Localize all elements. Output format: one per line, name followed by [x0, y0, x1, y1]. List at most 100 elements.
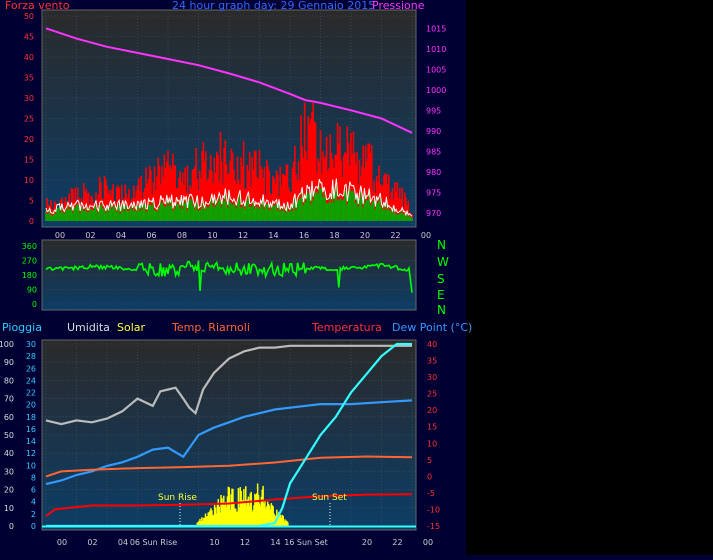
humidity-tick-label: 20	[4, 486, 14, 495]
rain-tick-label: 4	[31, 498, 36, 507]
wind-speed-tick-label: 50	[24, 12, 34, 21]
rain-tick-label: 22	[26, 389, 36, 398]
rain-tick-label: 28	[26, 352, 36, 361]
direction-tick-label: 90	[27, 286, 37, 295]
temperature-tick-label: 25	[427, 390, 437, 399]
wind-speed-tick-label: 0	[29, 217, 34, 226]
rain-tick-label: 8	[31, 473, 36, 482]
temperature-legend: Temperatura	[311, 321, 382, 334]
wind-speed-tick-label: 45	[24, 33, 34, 42]
rain-tick-label: 10	[26, 461, 36, 470]
hour-tick-label: 08	[177, 231, 187, 240]
temperature-tick-label: 0	[427, 472, 432, 481]
weather-graph-page: 0 5 10 15 20 25 30 35 40 45 50 970 975 980 985 990 995 10…	[0, 0, 713, 555]
wind-speed-tick-label: 20	[24, 135, 34, 144]
rain-tick-label: 26	[26, 364, 36, 373]
hour-tick-label: 22	[390, 231, 400, 240]
hour-tick-label: 22	[392, 538, 402, 547]
direction-tick-label: 180	[22, 271, 37, 280]
hour-tick-label: 00	[423, 538, 433, 547]
rain-tick-label: 12	[26, 449, 36, 458]
rain-tick-label: 14	[26, 437, 36, 446]
wind-speed-tick-label: 30	[24, 94, 34, 103]
humidity-tick-label: 90	[4, 358, 14, 367]
humidity-tick-label: 30	[4, 467, 14, 476]
humidity-tick-label: 40	[4, 449, 14, 458]
sun-set-label: Sun Set	[312, 493, 347, 503]
rain-tick-label: 16	[26, 425, 36, 434]
hour-tick-label: 00	[57, 538, 67, 547]
temp-shelter-legend: Temp. Riarnoli	[171, 321, 250, 334]
hour-tick-label: 18	[329, 231, 339, 240]
pressure-tick-label: 1010	[426, 45, 446, 54]
humidity-tick-label: 10	[4, 504, 14, 513]
temperature-tick-label: 5	[427, 456, 432, 465]
wind-speed-tick-label: 5	[29, 197, 34, 206]
graph-title: 24 hour graph day: 29 Gennaio 2015	[172, 0, 375, 12]
hour-tick-label: 04	[116, 231, 126, 240]
pressure-tick-label: 995	[426, 106, 441, 115]
rain-tick-label: 6	[31, 486, 36, 495]
pressure-tick-label: 990	[426, 127, 441, 136]
temperature-tick-label: -5	[427, 489, 435, 498]
hour-tick-label: 10	[207, 231, 217, 240]
hour-tick-label: 02	[85, 231, 95, 240]
hour-tick-label: 06 Sun Rise	[130, 538, 177, 547]
pressure-tick-label: 1000	[426, 86, 446, 95]
hour-tick-label: 00	[55, 231, 65, 240]
hour-tick-label: 00	[421, 231, 431, 240]
hour-tick-label: 14	[268, 231, 278, 240]
humidity-tick-label: 70	[4, 395, 14, 404]
wind-axis-label: Forza vento	[5, 0, 70, 12]
temperature-tick-label: -10	[427, 505, 440, 514]
pressure-tick-label: 985	[426, 147, 441, 156]
rain-tick-label: 30	[26, 340, 36, 349]
humidity-tick-label: 100	[0, 340, 14, 349]
temperature-tick-label: 30	[427, 373, 437, 382]
temperature-tick-label: 35	[427, 357, 437, 366]
humidity-legend: Umidita	[67, 321, 110, 334]
wind-speed-tick-label: 10	[24, 176, 34, 185]
rain-tick-label: 0	[31, 522, 36, 531]
direction-tick-label: 270	[22, 257, 37, 266]
temperature-tick-label: 15	[427, 423, 437, 432]
temperature-tick-label: -15	[427, 522, 440, 531]
pressure-tick-label: 975	[426, 188, 441, 197]
solar-legend: Solar	[117, 321, 146, 334]
dewpoint-legend: Dew Point (°C)	[392, 321, 472, 334]
rain-tick-label: 24	[26, 376, 36, 385]
hour-tick-label: 20	[360, 231, 370, 240]
humidity-tick-label: 60	[4, 413, 14, 422]
pressure-tick-label: 980	[426, 168, 441, 177]
wind-speed-tick-label: 15	[24, 156, 34, 165]
wind-speed-tick-label: 40	[24, 53, 34, 62]
hour-tick-label: 12	[238, 231, 248, 240]
direction-label-east: E	[437, 288, 445, 302]
temperature-tick-label: 10	[427, 439, 437, 448]
hour-tick-label: 14	[270, 538, 280, 547]
rain-legend: Pioggia	[2, 321, 42, 334]
weather-graph: 0510152025303540455097097598098599099510…	[0, 0, 713, 555]
temperature-tick-label: 20	[427, 406, 437, 415]
rain-tick-label: 20	[26, 401, 36, 410]
direction-label-north-2: N	[437, 303, 446, 317]
hour-tick-label: 12	[240, 538, 250, 547]
hour-tick-label: 02	[87, 538, 97, 547]
pressure-tick-label: 1015	[426, 24, 446, 33]
direction-tick-label: 360	[22, 242, 37, 251]
pressure-tick-label: 970	[426, 209, 441, 218]
wind-speed-tick-label: 35	[24, 74, 34, 83]
humidity-tick-label: 50	[4, 431, 14, 440]
hour-tick-label: 04	[118, 538, 128, 547]
direction-tick-label: 0	[32, 300, 37, 309]
pressure-axis-label: Pressione	[372, 0, 425, 12]
direction-label-south: S	[437, 272, 445, 286]
humidity-tick-label: 80	[4, 376, 14, 385]
hour-tick-label: 06	[146, 231, 156, 240]
wind-speed-tick-label: 25	[24, 115, 34, 124]
hour-tick-label: 16 Sun Set	[284, 538, 328, 547]
sun-rise-label: Sun Rise	[158, 493, 197, 503]
temperature-tick-label: 40	[427, 340, 437, 349]
hour-tick-label: 20	[362, 538, 372, 547]
pressure-tick-label: 1005	[426, 65, 446, 74]
